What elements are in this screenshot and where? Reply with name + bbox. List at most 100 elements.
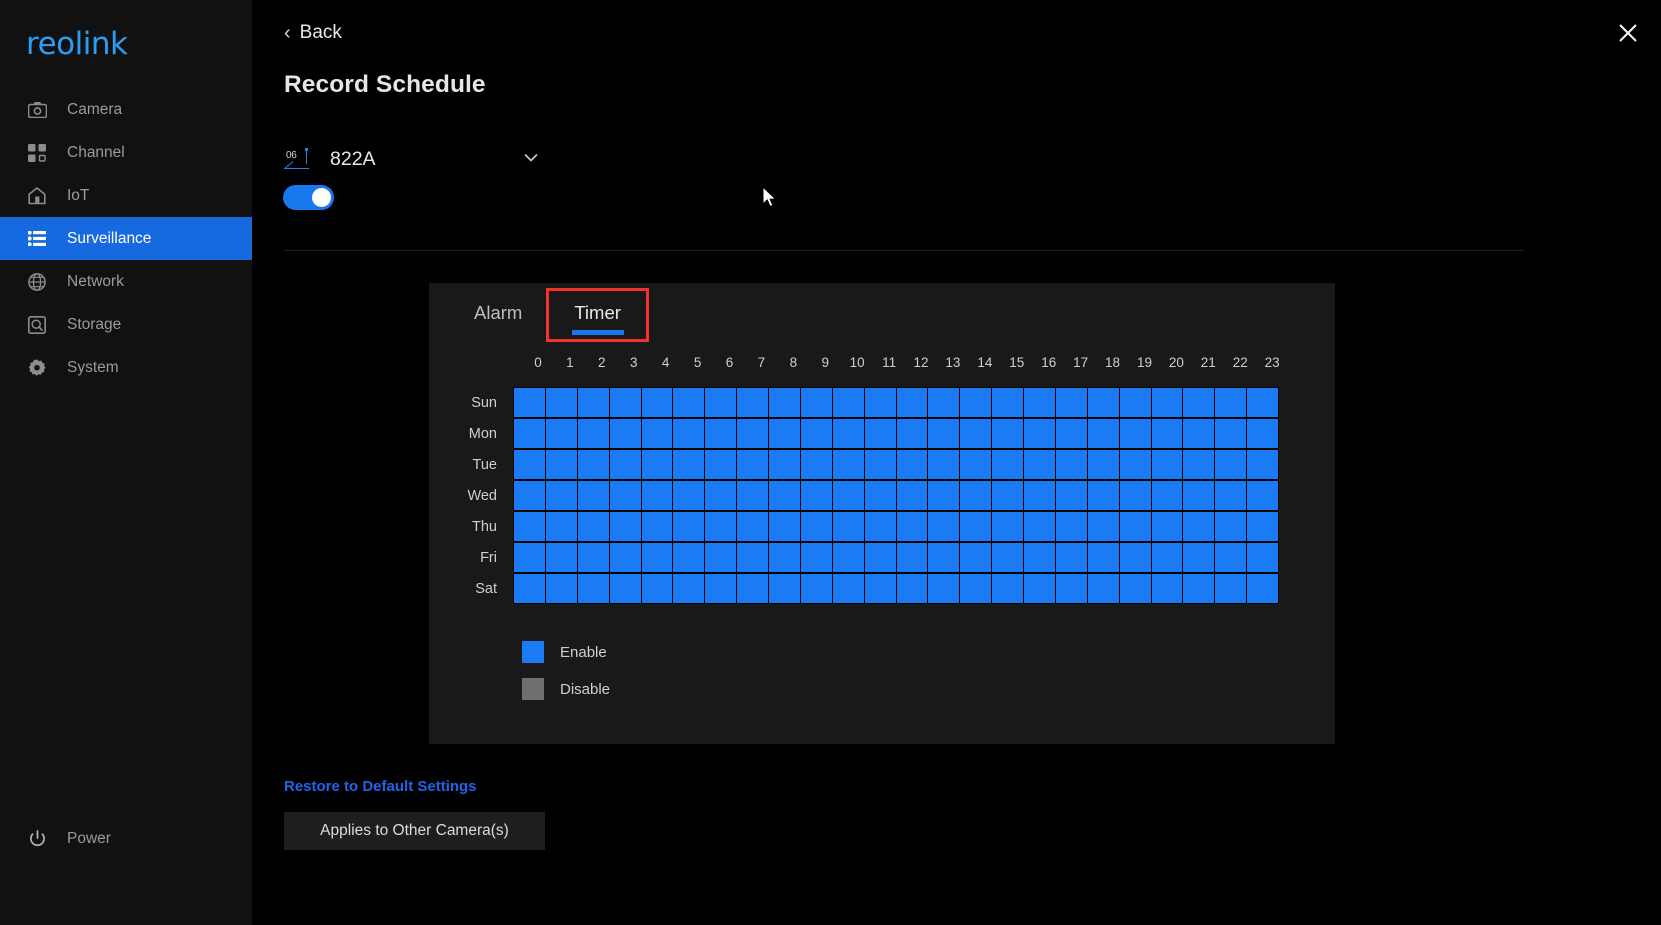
back-button[interactable]: ‹ Back (284, 22, 342, 44)
schedule-cell[interactable] (799, 480, 832, 511)
schedule-cell[interactable] (704, 387, 737, 418)
schedule-cell[interactable] (736, 418, 768, 449)
restore-defaults-link[interactable]: Restore to Default Settings (284, 778, 477, 795)
schedule-cell[interactable] (1182, 387, 1215, 418)
schedule-cell[interactable] (544, 480, 577, 511)
schedule-cell[interactable] (1023, 573, 1055, 604)
schedule-cell[interactable] (863, 480, 896, 511)
schedule-cell[interactable] (863, 387, 896, 418)
schedule-cell[interactable] (863, 542, 896, 573)
schedule-cell[interactable] (991, 511, 1023, 542)
schedule-cell[interactable] (1054, 418, 1087, 449)
schedule-cell[interactable] (1182, 542, 1215, 573)
schedule-cell[interactable] (799, 418, 832, 449)
schedule-cell[interactable] (895, 542, 928, 573)
schedule-cell[interactable] (1246, 511, 1279, 542)
schedule-cell[interactable] (1150, 573, 1183, 604)
schedule-cell[interactable] (768, 573, 800, 604)
schedule-cell[interactable] (991, 542, 1023, 573)
schedule-cell[interactable] (927, 480, 960, 511)
schedule-cell[interactable] (1150, 418, 1183, 449)
schedule-cell[interactable] (1214, 449, 1247, 480)
schedule-cell[interactable] (831, 542, 864, 573)
schedule-cell[interactable] (768, 418, 800, 449)
apply-to-other-cameras-button[interactable]: Applies to Other Camera(s) (284, 812, 545, 850)
schedule-cell[interactable] (1118, 542, 1151, 573)
camera-selector[interactable]: 06 822A (284, 142, 539, 176)
schedule-cell[interactable] (1182, 449, 1215, 480)
schedule-cell[interactable] (799, 449, 832, 480)
schedule-cell[interactable] (799, 511, 832, 542)
schedule-cell[interactable] (1023, 542, 1055, 573)
schedule-cell[interactable] (895, 387, 928, 418)
schedule-cell[interactable] (863, 511, 896, 542)
schedule-cell[interactable] (576, 387, 609, 418)
schedule-cell[interactable] (831, 387, 864, 418)
schedule-cell[interactable] (991, 480, 1023, 511)
schedule-cell[interactable] (1023, 387, 1055, 418)
schedule-cell[interactable] (544, 449, 577, 480)
schedule-cell[interactable] (831, 418, 864, 449)
schedule-cell[interactable] (831, 511, 864, 542)
schedule-cell[interactable] (1118, 480, 1151, 511)
schedule-cell[interactable] (1086, 511, 1119, 542)
schedule-cell[interactable] (1246, 480, 1279, 511)
schedule-cell[interactable] (513, 511, 545, 542)
schedule-cell[interactable] (672, 542, 705, 573)
tab-timer[interactable]: Timer (546, 288, 649, 342)
sidebar-item-power[interactable]: Power (0, 819, 252, 859)
schedule-cell[interactable] (576, 480, 609, 511)
schedule-cell[interactable] (1246, 573, 1279, 604)
schedule-cell[interactable] (1150, 480, 1183, 511)
schedule-cell[interactable] (863, 449, 896, 480)
schedule-cell[interactable] (927, 573, 960, 604)
schedule-cell[interactable] (1150, 449, 1183, 480)
schedule-cell[interactable] (640, 511, 673, 542)
schedule-cell[interactable] (736, 542, 768, 573)
schedule-cell[interactable] (1182, 418, 1215, 449)
schedule-cell[interactable] (736, 387, 768, 418)
schedule-cell[interactable] (513, 387, 545, 418)
schedule-cell[interactable] (768, 449, 800, 480)
schedule-cell[interactable] (544, 418, 577, 449)
sidebar-item-network[interactable]: Network (0, 260, 252, 303)
schedule-cell[interactable] (927, 449, 960, 480)
schedule-cell[interactable] (640, 573, 673, 604)
schedule-cell[interactable] (831, 480, 864, 511)
schedule-cell[interactable] (1214, 480, 1247, 511)
schedule-cell[interactable] (513, 480, 545, 511)
schedule-cell[interactable] (1023, 449, 1055, 480)
schedule-cell[interactable] (768, 542, 800, 573)
schedule-cell[interactable] (991, 387, 1023, 418)
schedule-cell[interactable] (991, 573, 1023, 604)
schedule-cell[interactable] (1086, 480, 1119, 511)
sidebar-item-channel[interactable]: Channel (0, 131, 252, 174)
schedule-cell[interactable] (768, 480, 800, 511)
schedule-cell[interactable] (704, 449, 737, 480)
schedule-cell[interactable] (927, 511, 960, 542)
schedule-cell[interactable] (704, 418, 737, 449)
schedule-cell[interactable] (513, 573, 545, 604)
chevron-down-icon[interactable] (523, 150, 539, 166)
sidebar-item-storage[interactable]: Storage (0, 303, 252, 346)
schedule-cell[interactable] (576, 573, 609, 604)
schedule-cell[interactable] (1023, 480, 1055, 511)
schedule-cell[interactable] (1150, 511, 1183, 542)
schedule-cell[interactable] (1214, 418, 1247, 449)
schedule-cell[interactable] (1086, 418, 1119, 449)
schedule-cell[interactable] (640, 449, 673, 480)
schedule-cell[interactable] (1086, 449, 1119, 480)
schedule-cell[interactable] (736, 511, 768, 542)
schedule-cell[interactable] (672, 449, 705, 480)
schedule-cell[interactable] (640, 387, 673, 418)
schedule-cell[interactable] (1150, 542, 1183, 573)
schedule-cell[interactable] (799, 573, 832, 604)
schedule-cell[interactable] (513, 418, 545, 449)
schedule-cell[interactable] (640, 480, 673, 511)
schedule-cell[interactable] (1150, 387, 1183, 418)
schedule-cell[interactable] (1118, 418, 1151, 449)
schedule-cell[interactable] (608, 480, 641, 511)
schedule-cell[interactable] (768, 511, 800, 542)
schedule-cell[interactable] (576, 449, 609, 480)
schedule-cell[interactable] (1118, 573, 1151, 604)
